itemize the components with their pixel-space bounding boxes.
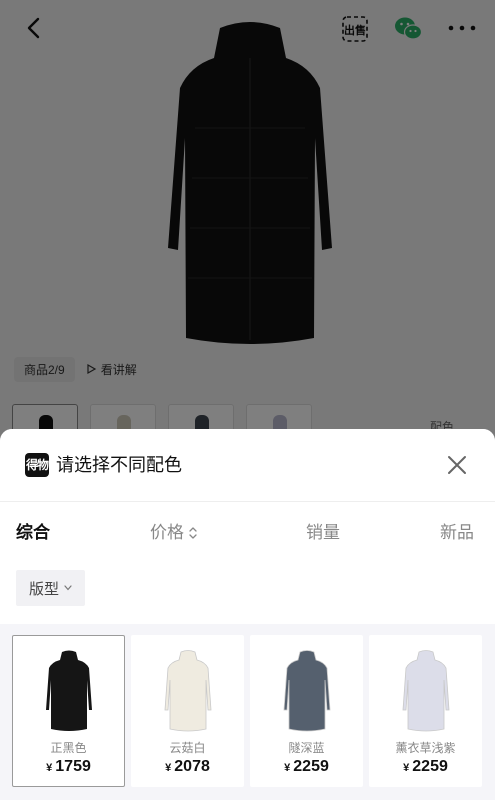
color-select-sheet: 得物 请选择不同配色 综合 价格 销量 新品 版型 正黑色 ¥ 1759 云菇白… bbox=[0, 429, 495, 800]
color-option-card[interactable]: 薰衣草浅紫 ¥2259 bbox=[369, 635, 482, 787]
price: ¥2259 bbox=[370, 758, 481, 776]
currency-symbol: ¥ bbox=[46, 762, 53, 774]
sort-toggle-icon bbox=[189, 527, 197, 539]
sheet-title: 请选择不同配色 bbox=[56, 455, 182, 475]
product-thumbnail bbox=[164, 650, 212, 732]
color-option-card[interactable]: 隧深蓝 ¥2259 bbox=[250, 635, 363, 787]
color-name: 隧深蓝 bbox=[288, 741, 325, 755]
sheet-header: 得物 请选择不同配色 bbox=[0, 429, 495, 501]
price-value: 2078 bbox=[174, 758, 210, 775]
chevron-down-icon bbox=[64, 585, 72, 591]
sort-sales[interactable]: 销量 bbox=[306, 522, 340, 544]
price-value: 2259 bbox=[412, 758, 448, 775]
filter-label: 版型 bbox=[28, 580, 59, 598]
color-name: 薰衣草浅紫 bbox=[395, 741, 456, 755]
sort-comprehensive[interactable]: 综合 bbox=[16, 522, 50, 544]
product-thumbnail bbox=[402, 650, 450, 732]
sort-label: 新品 bbox=[440, 523, 474, 542]
sort-label: 综合 bbox=[16, 523, 50, 542]
sort-price[interactable]: 价格 bbox=[150, 522, 198, 544]
sort-bar: 综合 价格 销量 新品 bbox=[0, 502, 495, 564]
filter-bar: 版型 bbox=[0, 564, 495, 624]
color-name: 云菇白 bbox=[169, 741, 206, 755]
currency-symbol: ¥ bbox=[284, 762, 291, 774]
close-icon[interactable] bbox=[446, 454, 468, 476]
app-logo-text: 得物 bbox=[25, 458, 49, 472]
app-logo-icon: 得物 bbox=[25, 453, 49, 477]
sort-label: 销量 bbox=[306, 523, 340, 542]
product-thumbnail bbox=[46, 650, 92, 731]
price-value: 1759 bbox=[55, 758, 91, 775]
fit-filter-dropdown[interactable]: 版型 bbox=[16, 570, 85, 606]
color-option-card[interactable]: 正黑色 ¥1759 bbox=[12, 635, 125, 787]
price: ¥2078 bbox=[132, 758, 243, 776]
price-value: 2259 bbox=[293, 758, 329, 775]
price: ¥2259 bbox=[251, 758, 362, 776]
sort-label: 价格 bbox=[150, 523, 184, 542]
price: ¥1759 bbox=[13, 758, 124, 776]
currency-symbol: ¥ bbox=[165, 762, 172, 774]
color-option-list: 正黑色 ¥1759 云菇白 ¥2078 隧深蓝 ¥2259 薰衣草浅紫 ¥225… bbox=[12, 635, 482, 787]
color-option-card[interactable]: 云菇白 ¥2078 bbox=[131, 635, 244, 787]
sort-new[interactable]: 新品 bbox=[440, 522, 474, 544]
currency-symbol: ¥ bbox=[403, 762, 410, 774]
product-thumbnail bbox=[283, 650, 331, 732]
color-name: 正黑色 bbox=[50, 741, 87, 755]
